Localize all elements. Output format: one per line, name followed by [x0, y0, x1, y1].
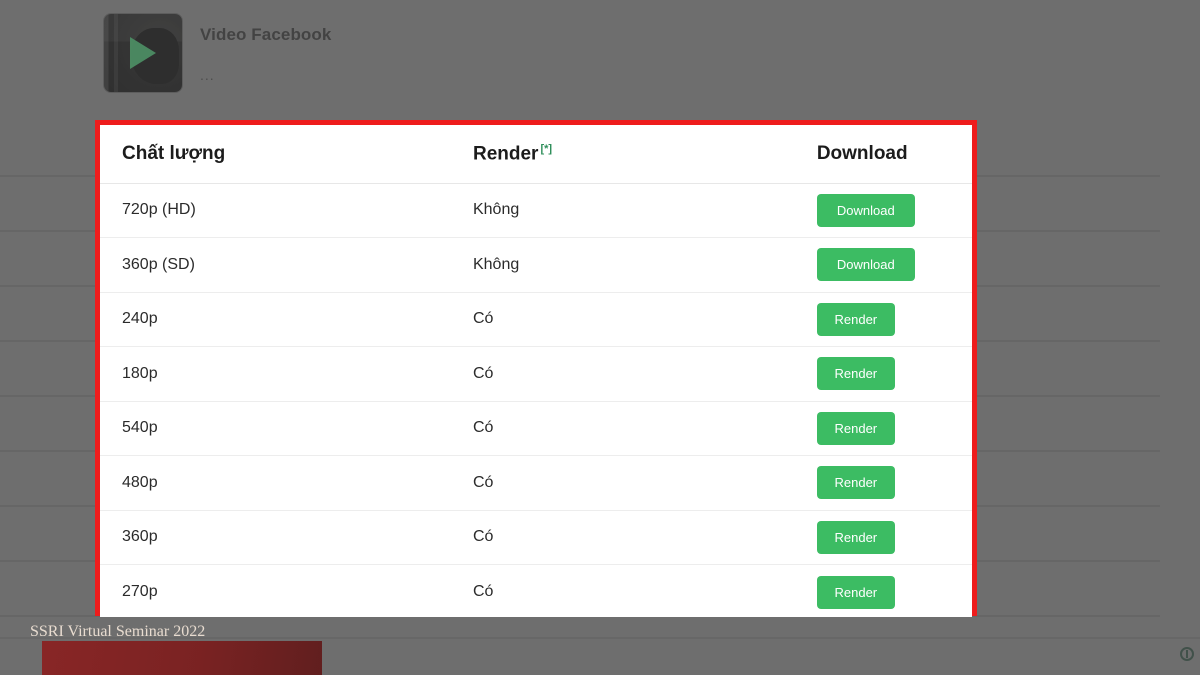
table-head: Chất lượng Render [*] Download	[100, 125, 972, 184]
column-header-quality: Chất lượng	[100, 125, 468, 184]
render-button[interactable]: Render	[816, 302, 895, 336]
table-row: 360p (SD) Không Download	[100, 237, 972, 293]
quality-table: Chất lượng Render [*] Download 720p (HD) K…	[100, 125, 972, 619]
render-button[interactable]: Render	[816, 520, 895, 554]
cell-render-available: Không	[467, 237, 796, 293]
render-button[interactable]: Render	[816, 357, 895, 391]
play-icon[interactable]	[130, 37, 156, 69]
cell-render-available: Có	[467, 401, 796, 456]
table-row: 270p Có Render	[100, 564, 972, 619]
table-row: 180p Có Render	[100, 346, 972, 402]
video-meta: Video Facebook ...	[200, 14, 331, 83]
seminar-banner-text: SSRI Virtual Seminar 2022	[30, 623, 206, 640]
column-header-render: Render [*]	[467, 125, 796, 184]
cell-action: Render	[795, 455, 972, 511]
cell-action: Render	[795, 292, 972, 347]
table-row: 720p (HD) Không Download	[100, 183, 972, 238]
render-button[interactable]: Render	[816, 466, 895, 500]
table-row: 540p Có Render	[100, 401, 972, 456]
table-row: 360p Có Render	[100, 510, 972, 565]
cell-action: Download	[795, 237, 972, 293]
table-row: 240p Có Render	[100, 292, 972, 347]
cell-render-available: Có	[467, 292, 796, 347]
cell-quality: 240p	[100, 292, 468, 347]
column-header-render-label: Render	[472, 142, 539, 164]
cell-quality: 480p	[100, 455, 468, 511]
download-button[interactable]: Download	[816, 248, 915, 282]
seminar-banner	[42, 641, 322, 675]
cell-quality: 720p (HD)	[100, 183, 468, 238]
video-thumbnail[interactable]	[104, 14, 182, 92]
highlight-box: Chất lượng Render [*] Download 720p (HD) K…	[95, 120, 977, 619]
cell-render-available: Có	[467, 455, 796, 511]
video-header: Video Facebook ...	[104, 14, 331, 92]
cell-action: Download	[795, 183, 972, 238]
table-header-row: Chất lượng Render [*] Download	[100, 125, 972, 184]
cell-render-available: Có	[467, 346, 796, 402]
video-title: Video Facebook	[200, 25, 332, 44]
column-header-download: Download	[795, 125, 972, 184]
cell-quality: 360p (SD)	[100, 237, 468, 293]
bottom-strip: SSRI Virtual Seminar 2022	[0, 617, 1200, 675]
table-row: 480p Có Render	[100, 455, 972, 511]
cell-action: Render	[795, 510, 972, 565]
cell-render-available: Có	[467, 510, 796, 565]
cell-action: Render	[795, 564, 972, 619]
render-button[interactable]: Render	[816, 575, 895, 609]
pause-circle-icon[interactable]	[1180, 647, 1194, 661]
cell-render-available: Không	[467, 183, 796, 238]
video-subtitle: ...	[200, 67, 215, 83]
cell-action: Render	[795, 401, 972, 456]
download-button[interactable]: Download	[816, 193, 915, 227]
render-footnote-marker: [*]	[540, 142, 553, 155]
cell-quality: 540p	[100, 401, 468, 456]
cell-quality: 180p	[100, 346, 468, 402]
table-body: 720p (HD) Không Download 360p (SD) Không Down…	[100, 183, 972, 619]
cell-quality: 270p	[100, 564, 468, 619]
render-button[interactable]: Render	[816, 411, 895, 445]
cell-render-available: Có	[467, 564, 796, 619]
cell-quality: 360p	[100, 510, 468, 565]
cell-action: Render	[795, 346, 972, 402]
